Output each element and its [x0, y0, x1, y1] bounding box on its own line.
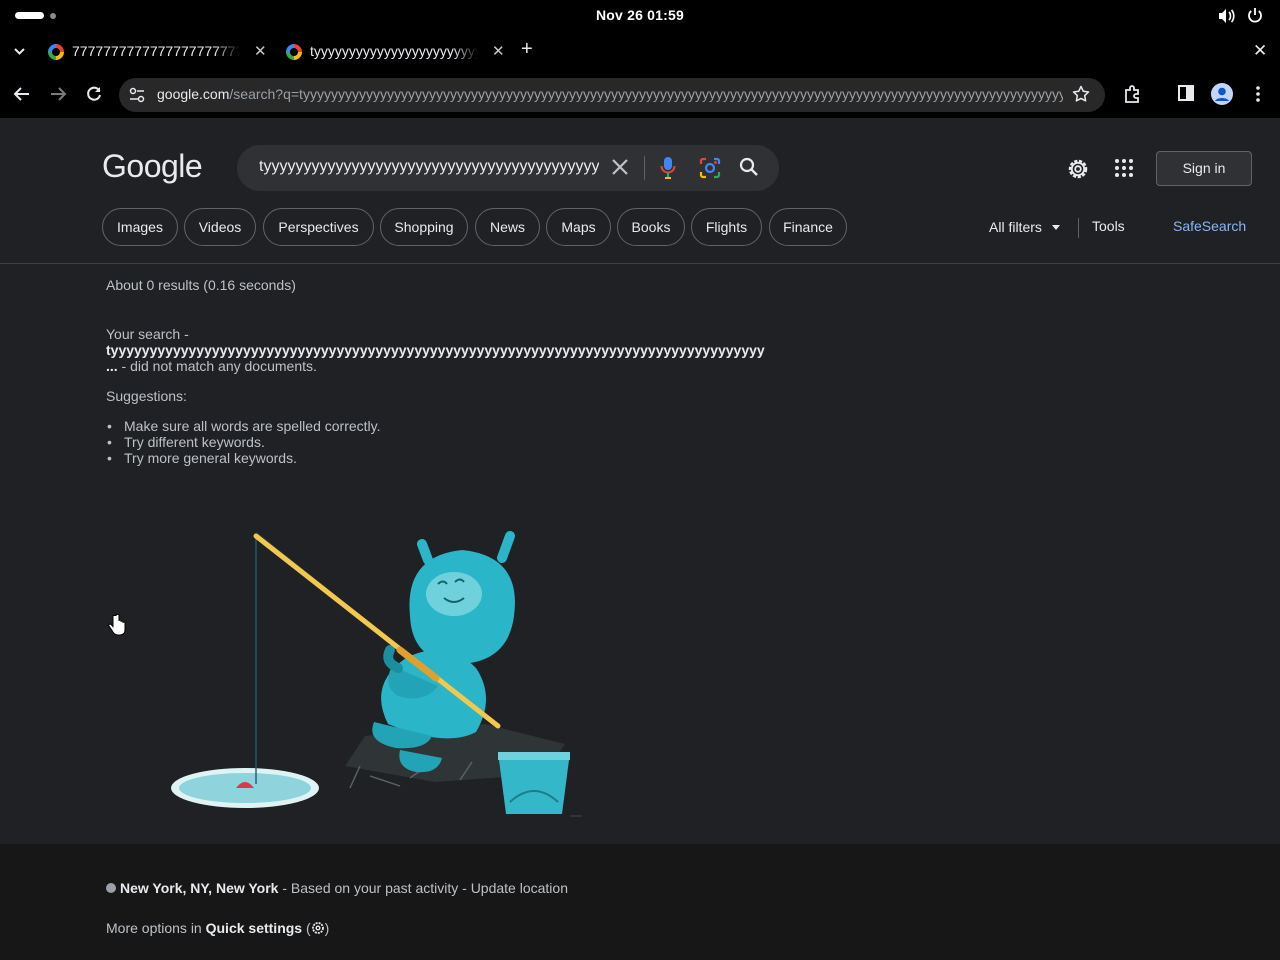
filters-divider — [1078, 218, 1079, 238]
tab-strip: 77777777777777777777777777777777 ✕ tyyyy… — [0, 32, 1280, 72]
chip-maps[interactable]: Maps — [546, 208, 611, 246]
dropdown-arrow-icon — [1052, 225, 1060, 230]
suggestion-item: Try different keywords. — [107, 434, 381, 450]
url-path: /search?q=tyyyyyyyyyyyyyyyyyyyyyyyyyyyyy… — [229, 86, 1063, 102]
system-clock[interactable]: Nov 26 01:59 — [0, 7, 1280, 23]
location-dot-icon — [106, 883, 116, 893]
profile-avatar-icon[interactable] — [1211, 83, 1233, 105]
your-search-label: Your search - — [106, 326, 189, 342]
did-not-match: - did not match any documents. — [117, 358, 317, 374]
chip-perspectives[interactable]: Perspectives — [263, 208, 374, 246]
tab-close-icon[interactable]: ✕ — [254, 42, 267, 60]
all-filters-button[interactable]: All filters — [989, 219, 1042, 235]
update-location-link[interactable]: Update location — [471, 880, 568, 896]
more-options-line: More options in Quick settings () — [106, 920, 329, 936]
url-host: google.com — [157, 86, 230, 102]
voice-search-icon[interactable] — [660, 156, 676, 180]
location-basis: - Based on your past activity - — [278, 880, 471, 896]
more-options-text: More options in — [106, 920, 206, 936]
fishing-monster-illustration — [171, 531, 582, 817]
google-header: Google tyyyyyyyyyyyyyyyyyyyyyyyyyyyyyyyy… — [0, 118, 1280, 264]
extensions-icon[interactable] — [1124, 85, 1142, 103]
no-match-message: Your search - tyyyyyyyyyyyyyyyyyyyyyyyyy… — [106, 326, 766, 374]
suggestions-title: Suggestions: — [106, 388, 187, 404]
hand-cursor-icon — [108, 614, 126, 636]
volume-icon[interactable] — [1218, 8, 1236, 24]
chip-news[interactable]: News — [475, 208, 540, 246]
sign-in-button[interactable]: Sign in — [1156, 151, 1252, 186]
chip-finance[interactable]: Finance — [769, 208, 847, 246]
suggestion-item: Try more general keywords. — [107, 450, 381, 466]
close-window-icon[interactable]: ✕ — [1253, 41, 1267, 61]
quick-settings-link[interactable]: Quick settings — [206, 920, 302, 936]
system-top-bar: Nov 26 01:59 — [0, 0, 1280, 32]
bookmark-star-icon[interactable] — [1072, 85, 1090, 103]
search-icon[interactable] — [738, 156, 760, 178]
url-text: google.com/search?q=tyyyyyyyyyyyyyyyyyyy… — [157, 86, 1063, 102]
search-box[interactable]: tyyyyyyyyyyyyyyyyyyyyyyyyyyyyyyyyyyyyyyy… — [237, 145, 779, 191]
chip-images[interactable]: Images — [102, 208, 178, 246]
reload-icon[interactable] — [85, 85, 103, 103]
new-tab-icon[interactable]: + — [521, 38, 533, 61]
browser-menu-icon[interactable] — [1255, 85, 1261, 103]
tab-title: 77777777777777777777777777777777 — [72, 43, 240, 59]
results-area: About 0 results (0.16 seconds) Your sear… — [0, 264, 1280, 844]
search-input[interactable]: tyyyyyyyyyyyyyyyyyyyyyyyyyyyyyyyyyyyyyyy… — [259, 158, 599, 176]
safesearch-link[interactable]: SafeSearch — [1173, 218, 1246, 234]
paren-open: ( — [302, 920, 311, 936]
side-panel-icon[interactable] — [1178, 85, 1194, 101]
gear-icon[interactable] — [1066, 157, 1090, 181]
chip-flights[interactable]: Flights — [691, 208, 762, 246]
forward-icon[interactable] — [49, 85, 67, 103]
chip-books[interactable]: Books — [617, 208, 685, 246]
gear-icon — [311, 922, 324, 934]
location-name: New York, NY, New York — [120, 880, 279, 896]
google-logo[interactable]: Google — [102, 148, 203, 185]
suggestions-list: Make sure all words are spelled correctl… — [107, 418, 381, 466]
tab-title: tyyyyyyyyyyyyyyyyyyyyyyyyyyyyyy — [310, 43, 478, 59]
google-favicon-icon — [48, 44, 64, 60]
tab-close-icon[interactable]: ✕ — [492, 42, 505, 60]
google-favicon-icon — [286, 44, 302, 60]
address-bar[interactable]: google.com/search?q=tyyyyyyyyyyyyyyyyyyy… — [119, 78, 1105, 112]
site-info-icon[interactable] — [129, 87, 145, 103]
location-line: New York, NY, New York - Based on your p… — [120, 880, 568, 896]
back-icon[interactable] — [13, 85, 31, 103]
suggestion-item: Make sure all words are spelled correctl… — [107, 418, 380, 434]
tab-search-chevron-icon[interactable] — [13, 48, 26, 56]
chip-shopping[interactable]: Shopping — [380, 208, 468, 246]
result-stats: About 0 results (0.16 seconds) — [106, 277, 296, 293]
search-divider — [644, 156, 645, 180]
clear-search-icon[interactable] — [610, 157, 630, 177]
tab-1[interactable]: 77777777777777777777777777777777 ✕ — [48, 36, 268, 68]
lens-search-icon[interactable] — [698, 156, 722, 180]
apps-grid-icon[interactable] — [1114, 158, 1134, 178]
power-icon[interactable] — [1247, 7, 1263, 24]
tools-button[interactable]: Tools — [1092, 218, 1125, 234]
footer: New York, NY, New York - Based on your p… — [0, 844, 1280, 960]
paren-close: ) — [324, 920, 330, 936]
tab-2[interactable]: tyyyyyyyyyyyyyyyyyyyyyyyyyyyyyy ✕ — [286, 36, 506, 68]
chip-videos[interactable]: Videos — [184, 208, 256, 246]
